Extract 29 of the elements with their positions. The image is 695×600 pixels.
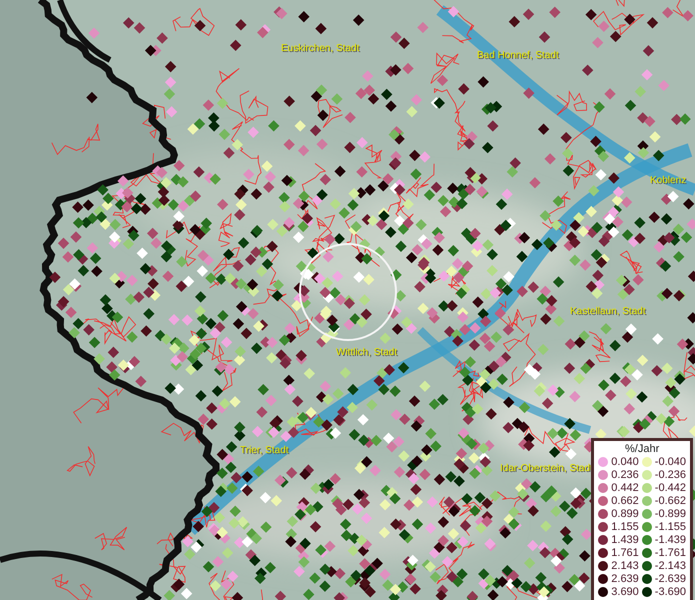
legend-value: -0.899	[654, 508, 686, 520]
legend-value: -0.662	[654, 495, 686, 507]
legend-value: 1.155	[611, 521, 639, 533]
legend-value: 0.662	[611, 495, 639, 507]
place-label: Kastellaun, Stadt	[570, 306, 646, 318]
place-label: Bad Honnef, Stadt	[477, 50, 559, 62]
legend-value: -1.155	[654, 521, 686, 533]
legend-value: -2.143	[654, 560, 686, 572]
legend-value: -0.040	[654, 456, 686, 468]
legend-value: 0.442	[611, 482, 639, 494]
place-label: Trier, Stadt	[240, 445, 289, 457]
legend-title: %/Jahr	[625, 443, 660, 455]
place-label: Euskirchen, Stadt	[281, 43, 360, 55]
legend-value: -1.761	[654, 547, 686, 559]
legend-value: 1.439	[611, 534, 639, 546]
place-label: Wittlich, Stadt	[336, 347, 398, 359]
place-label: Koblenz	[650, 175, 686, 187]
legend-value: -2.639	[654, 573, 686, 585]
legend-value: 2.639	[611, 573, 639, 585]
legend-value: 3.690	[611, 586, 639, 598]
legend-value: 2.143	[611, 560, 639, 572]
legend-value: -0.442	[654, 482, 686, 494]
legend-value: 1.761	[611, 547, 639, 559]
legend-value: 0.040	[611, 456, 639, 468]
legend-value: 0.899	[611, 508, 639, 520]
legend-value: 0.236	[611, 469, 639, 481]
legend-value: -1.439	[654, 534, 686, 546]
legend-value: -0.236	[654, 469, 686, 481]
legend-value: -3.690	[654, 586, 686, 598]
